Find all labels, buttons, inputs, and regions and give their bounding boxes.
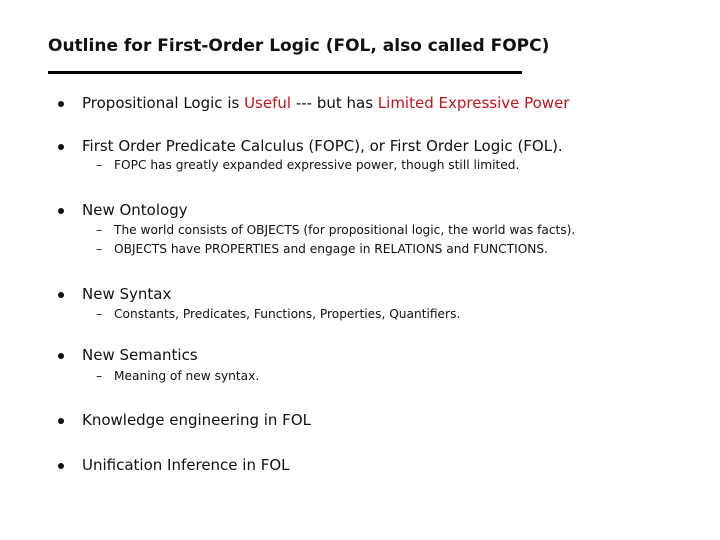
bullet-text: Unification Inference in FOL <box>82 456 290 474</box>
emphasis-text: Useful <box>244 94 292 112</box>
sub-text: OBJECTS have PROPERTIES and engage in RE… <box>114 242 549 256</box>
slide-title: Outline for First-Order Logic (FOL, also… <box>48 36 550 56</box>
bullet-text: New Ontology <box>82 201 188 219</box>
bullet-dot-icon <box>58 418 64 424</box>
title-underline <box>48 71 522 74</box>
text-run: Propositional Logic is <box>82 94 245 112</box>
dash-icon: – <box>96 223 103 237</box>
bullet-text: New Semantics <box>82 346 198 364</box>
sub-text: Constants, Predicates, Functions, Proper… <box>114 307 461 321</box>
dash-icon: – <box>96 242 103 256</box>
text-run: --- but has <box>291 94 378 112</box>
bullet-dot-icon <box>58 208 64 214</box>
bullet-dot-icon <box>58 101 64 107</box>
emphasis-text: Limited Expressive Power <box>377 94 570 112</box>
bullet-dot-icon <box>58 292 64 298</box>
dash-icon: – <box>96 369 103 383</box>
bullet-dot-icon <box>58 463 64 469</box>
sub-text: Meaning of new syntax. <box>114 369 260 383</box>
bullet-text: New Syntax <box>82 285 172 303</box>
bullet-dot-icon <box>58 144 64 150</box>
bullet-text: Knowledge engineering in FOL <box>82 411 311 429</box>
bullet-text: Propositional Logic is Useful --- but ha… <box>82 94 569 112</box>
dash-icon: – <box>96 158 103 172</box>
bullet-text: First Order Predicate Calculus (FOPC), o… <box>82 137 563 155</box>
bullet-dot-icon <box>58 353 64 359</box>
sub-text: The world consists of OBJECTS (for propo… <box>114 223 576 237</box>
sub-text: FOPC has greatly expanded expressive pow… <box>114 158 520 172</box>
dash-icon: – <box>96 307 103 321</box>
